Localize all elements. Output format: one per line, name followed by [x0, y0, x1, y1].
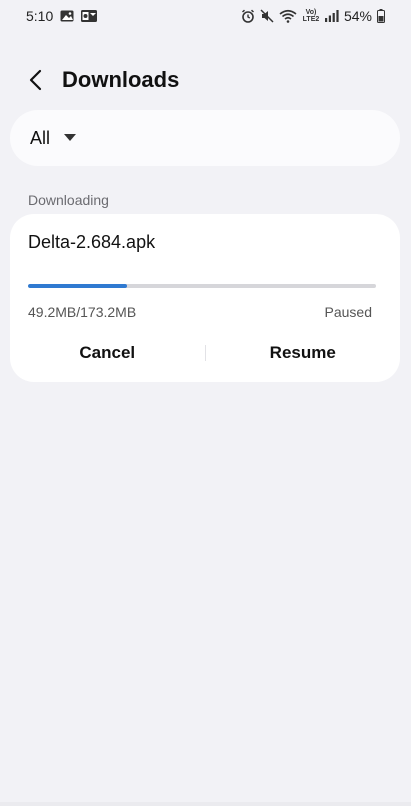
bottom-edge: [0, 802, 411, 806]
wifi-icon: [279, 9, 297, 23]
mute-icon: [260, 9, 274, 23]
download-actions: Cancel Resume: [10, 338, 400, 368]
alarm-icon: [241, 9, 255, 23]
outlook-mail-icon: [81, 10, 98, 22]
cancel-button[interactable]: Cancel: [10, 343, 205, 363]
network-label: Vo) LTE2: [302, 9, 320, 23]
download-status-text: Paused: [324, 304, 372, 320]
status-time: 5:10: [26, 8, 54, 24]
dropdown-caret-icon: [64, 134, 77, 142]
resume-button[interactable]: Resume: [206, 343, 401, 363]
gallery-icon: [60, 10, 74, 22]
download-file-name: Delta-2.684.apk: [28, 232, 156, 252]
signal-icon: [324, 10, 339, 22]
back-arrow-icon: [29, 69, 43, 91]
section-label-downloading: Downloading: [28, 192, 109, 208]
status-bar-left: 5:10: [26, 8, 98, 24]
battery-percent: 54%: [343, 8, 372, 24]
status-bar-right: Vo) LTE2 54%: [241, 8, 385, 24]
app-header: Downloads: [0, 58, 411, 102]
volte-lte-icon: Vo) LTE2: [302, 9, 320, 23]
status-bar: 5:10 Vo) LTE2 54%: [0, 0, 411, 32]
download-progress-fill: [28, 284, 127, 288]
filter-selected-label: All: [30, 127, 51, 148]
download-card: Delta-2.684.apk 49.2MB/173.2MB Paused Ca…: [10, 214, 400, 382]
download-size-text: 49.2MB/173.2MB: [28, 304, 137, 320]
download-progress-bar: [28, 284, 376, 288]
downloads-screen: 5:10 Vo) LTE2 54% Downloads All Download…: [0, 0, 411, 806]
battery-icon: [377, 9, 385, 23]
back-button[interactable]: [16, 60, 56, 100]
filter-dropdown[interactable]: All: [10, 110, 400, 166]
page-title: Downloads: [62, 67, 180, 92]
